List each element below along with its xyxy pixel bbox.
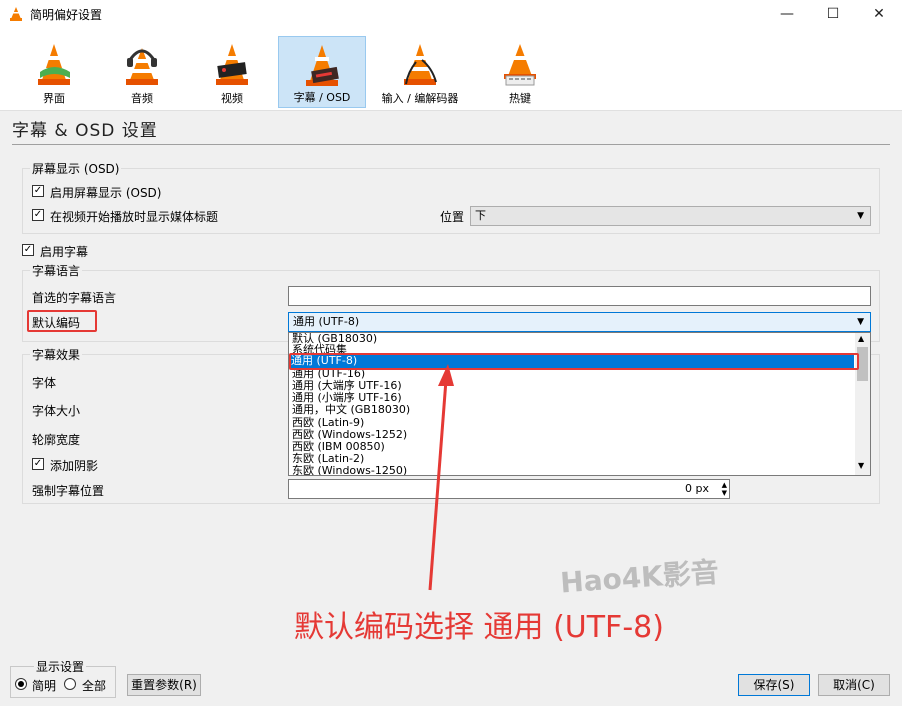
display-settings-label: 显示设置 — [34, 658, 87, 675]
page-title: 字幕 & OSD 设置 — [12, 121, 158, 141]
position-label: 位置 — [440, 210, 465, 224]
tab-interface[interactable]: 界面 — [10, 36, 98, 108]
encoding-option[interactable]: 通用，中文 (GB18030) — [292, 404, 410, 416]
tab-hotkeys[interactable]: 热键 — [474, 36, 566, 108]
tab-interface-label: 界面 — [43, 92, 65, 105]
codec-cone-icon — [404, 44, 437, 85]
enable-osd-checkbox[interactable]: ✓ — [32, 185, 44, 197]
tab-input-codecs-label: 输入 / 编解码器 — [381, 92, 459, 105]
position-combo[interactable]: 下 ▼ — [470, 206, 871, 226]
add-shadow-checkbox[interactable]: ✓ — [32, 458, 44, 470]
all-radio[interactable] — [64, 678, 76, 690]
preferred-language-input[interactable] — [288, 286, 871, 306]
preferred-language-label: 首选的字幕语言 — [32, 291, 117, 305]
spin-arrows-icon[interactable]: ▲ ▼ — [722, 481, 727, 497]
tab-audio-label: 音频 — [131, 92, 153, 105]
enable-subtitles-checkbox[interactable]: ✓ — [22, 244, 34, 256]
force-position-value: 0 px — [685, 482, 709, 495]
headphones-cone-icon — [126, 48, 158, 85]
hotkey-cone-icon — [504, 44, 536, 86]
font-label: 字体 — [32, 376, 57, 390]
reset-button[interactable]: 重置参数(R) — [127, 674, 201, 696]
outline-width-label: 轮廓宽度 — [32, 433, 81, 447]
chevron-down-icon: ▼ — [857, 317, 864, 327]
tab-video-label: 视频 — [221, 92, 243, 105]
minimize-button[interactable]: — — [764, 0, 810, 28]
chevron-down-icon: ▼ — [857, 211, 864, 221]
force-position-label: 强制字幕位置 — [32, 484, 105, 498]
all-radio-label: 全部 — [82, 679, 107, 693]
interface-cone-icon — [38, 44, 70, 85]
annotation-text: 默认编码选择 通用 (UTF-8) — [294, 610, 664, 645]
default-encoding-label: 默认编码 — [32, 316, 81, 330]
add-shadow-label: 添加阴影 — [50, 459, 99, 473]
encoding-option[interactable]: 东欧 (Windows-1250) — [292, 465, 407, 476]
video-cone-icon — [216, 44, 248, 85]
annotation-arrow-icon — [428, 364, 454, 591]
tab-video[interactable]: 视频 — [186, 36, 278, 108]
save-button[interactable]: 保存(S) — [738, 674, 810, 696]
utf8-option-highlight — [289, 353, 859, 370]
position-combo-value: 下 — [475, 209, 486, 222]
simple-radio-label: 简明 — [32, 679, 57, 693]
vlc-logo-icon — [10, 7, 22, 21]
show-title-label: 在视频开始播放时显示媒体标题 — [50, 210, 219, 224]
window-title: 简明偏好设置 — [30, 8, 103, 22]
title-divider — [12, 144, 890, 145]
enable-subtitles-label: 启用字幕 — [40, 245, 89, 259]
font-size-label: 字体大小 — [32, 404, 81, 418]
tab-input-codecs[interactable]: 输入 / 编解码器 — [366, 36, 474, 108]
enable-osd-label: 启用屏幕显示 (OSD) — [50, 186, 162, 200]
title-bar: 简明偏好设置 — ☐ ✕ — [0, 0, 902, 28]
default-encoding-combo[interactable]: 通用 (UTF-8) ▼ — [288, 312, 871, 332]
show-title-checkbox[interactable]: ✓ — [32, 209, 44, 221]
subtitle-language-group-label: 字幕语言 — [30, 262, 83, 279]
scroll-up-icon[interactable]: ▲ — [858, 334, 864, 343]
close-button[interactable]: ✕ — [856, 0, 902, 28]
tab-audio[interactable]: 音频 — [98, 36, 186, 108]
watermark: Hao4K影音 — [559, 555, 720, 600]
default-encoding-combo-value: 通用 (UTF-8) — [293, 315, 360, 328]
maximize-button[interactable]: ☐ — [810, 0, 856, 28]
force-position-spinbox[interactable]: 0 px ▲ ▼ — [288, 479, 730, 499]
osd-group-label: 屏幕显示 (OSD) — [30, 160, 122, 177]
tab-subtitles-osd-label: 字幕 / OSD — [293, 91, 351, 104]
cancel-button[interactable]: 取消(C) — [818, 674, 890, 696]
tab-hotkeys-label: 热键 — [509, 92, 531, 105]
simple-radio[interactable] — [15, 678, 27, 690]
tab-subtitles-osd[interactable]: 字幕 / OSD — [278, 36, 366, 108]
subtitle-cone-icon — [306, 45, 339, 86]
scroll-down-icon[interactable]: ▼ — [858, 461, 864, 470]
subtitle-effects-group-label: 字幕效果 — [30, 346, 83, 363]
